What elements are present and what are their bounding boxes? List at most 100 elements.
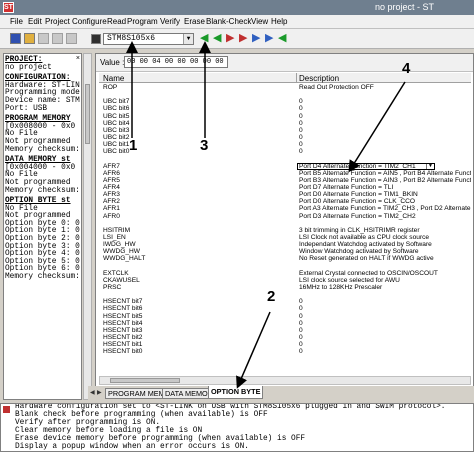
column-divider[interactable] <box>296 73 297 83</box>
compare-icon[interactable]: ◀ <box>278 33 289 44</box>
menu-read[interactable]: Read <box>107 17 126 26</box>
option-row[interactable]: AFR0 Port D3 Alternate Function = TIM2_CH… <box>99 213 471 220</box>
option-description-text: Port D4 Alternate Function = TIM2_CH1 <box>299 162 416 170</box>
pin-icon[interactable]: × <box>76 55 80 63</box>
option-row[interactable]: AFR2 Port D0 Alternate Function = CLK_CCO <box>99 198 471 205</box>
scrollbar-thumb[interactable] <box>110 378 180 383</box>
menu-program[interactable]: Program <box>127 17 158 26</box>
option-description-text: 0 <box>299 98 303 106</box>
tab-option-byte[interactable]: OPTION BYTE <box>208 386 264 399</box>
option-row[interactable]: AFR5 Port B3 Alternate Function = AIN3 , … <box>99 177 471 184</box>
error-marker-icon <box>3 406 10 413</box>
program-all-tabs-icon[interactable]: ▶ <box>239 33 250 44</box>
option-description: 0 <box>299 141 303 148</box>
save-icon[interactable] <box>10 33 21 44</box>
menu-project[interactable]: Project <box>45 17 70 26</box>
option-row[interactable]: HSECNT bit6 0 <box>99 305 471 312</box>
delete-icon[interactable] <box>66 33 77 44</box>
read-current-tab-icon[interactable]: ◀ <box>200 33 211 44</box>
menu-view[interactable]: View <box>251 17 268 26</box>
chevron-down-icon[interactable]: ▼ <box>183 34 193 44</box>
menu-configure[interactable]: Configure <box>72 17 107 26</box>
option-description: Port D0 Alternate Function = CLK_CCO <box>299 198 415 205</box>
tab-prev-icon[interactable]: ◀ <box>90 389 95 396</box>
option-description-text: Independant Watchdog activated by Softwa… <box>299 241 432 249</box>
option-description: 0 <box>299 298 303 305</box>
info-panel: × PROJECT: no project CONFIGURATION: Hardwa… <box>3 53 82 400</box>
option-description: Port B5 Alternate Function = AIN5 , Port… <box>299 170 471 177</box>
option-row[interactable]: HSECNT bit5 0 <box>99 313 471 320</box>
option-row[interactable]: WWDG_HALT No Reset generated on HALT if W… <box>99 255 471 262</box>
option-row[interactable]: HSECNT bit3 0 <box>99 327 471 334</box>
program-current-tab-icon[interactable]: ▶ <box>226 33 237 44</box>
info-line: no project <box>5 63 52 72</box>
option-row[interactable]: HSITRIM 3 bit trimming in CLK_HSITRIMR re… <box>99 227 471 234</box>
option-row[interactable]: AFR6 Port B5 Alternate Function = AIN5 , … <box>99 170 471 177</box>
callout-2: 2 <box>267 288 276 305</box>
option-row[interactable]: UBC bit4 0 <box>99 120 471 127</box>
option-row[interactable]: ROP Read Out Protection OFF <box>99 84 471 91</box>
verify-all-icon[interactable]: ▶ <box>265 33 276 44</box>
column-header-description[interactable]: Description <box>299 74 339 83</box>
option-row[interactable]: AFR4 Port D7 Alternate Function = TLI <box>99 184 471 191</box>
option-row[interactable] <box>99 291 471 298</box>
verify-icon[interactable]: ▶ <box>252 33 263 44</box>
option-row[interactable]: HSECNT bit7 0 <box>99 298 471 305</box>
chevron-down-icon[interactable]: ▼ <box>426 163 434 170</box>
read-all-tabs-icon[interactable]: ◀ <box>213 33 224 44</box>
tab-next-icon[interactable]: ▶ <box>97 389 102 396</box>
option-description-text: Window Watchdog activated by Software <box>299 248 419 256</box>
option-row[interactable]: UBC bit5 0 <box>99 113 471 120</box>
option-row[interactable]: UBC bit7 0 <box>99 98 471 105</box>
device-select[interactable]: STM8S105x6 ▼ <box>103 33 194 45</box>
option-row[interactable]: AFR7 Port D4 Alternate Function = TIM2_CH… <box>99 162 471 171</box>
menu-edit[interactable]: Edit <box>28 17 42 26</box>
menu-verify[interactable]: Verify <box>160 17 180 26</box>
option-row[interactable]: UBC bit2 0 <box>99 134 471 141</box>
option-row[interactable]: AFR1 Port A3 Alternate Function = TIM2_CH… <box>99 205 471 212</box>
value-field[interactable]: 00 00 04 00 00 00 00 00 00 <box>124 56 228 68</box>
option-row[interactable]: IWDG_HW Independant Watchdog activated by… <box>99 241 471 248</box>
copy-icon[interactable] <box>38 33 49 44</box>
option-row[interactable]: EXTCLK External Crystal connected to OSCI… <box>99 270 471 277</box>
option-description-text: External Crystal connected to OSCIN/OSCO… <box>299 269 438 277</box>
info-line: Memory checksum: <box>5 273 80 282</box>
option-row[interactable]: UBC bit0 0 <box>99 148 471 155</box>
option-row[interactable]: HSECNT bit4 0 <box>99 320 471 327</box>
option-name: UBC bit0 <box>103 148 130 156</box>
paste-icon[interactable] <box>52 33 63 44</box>
option-row[interactable]: UBC bit1 0 <box>99 141 471 148</box>
option-row[interactable]: UBC bit6 0 <box>99 105 471 112</box>
menu-help[interactable]: Help <box>271 17 287 26</box>
option-row[interactable]: AFR3 Port D0 Alternate Function = TIM1_BK… <box>99 191 471 198</box>
option-row[interactable] <box>99 263 471 270</box>
info-section: CONFIGURATION: Hardware: ST-LIN Programmin… <box>4 74 81 113</box>
menu-file[interactable]: File <box>10 17 23 26</box>
option-row[interactable]: UBC bit3 0 <box>99 127 471 134</box>
option-row[interactable]: HSECNT bit2 0 <box>99 334 471 341</box>
option-row[interactable]: PRSC 16MHz to 128KHz Prescaler <box>99 284 471 291</box>
option-description: Port D3 Alternate Function = TIM2_CH2 <box>299 213 416 220</box>
value-label: Value : <box>100 58 125 67</box>
open-folder-icon[interactable] <box>24 33 35 44</box>
option-row[interactable]: WWDG_HW Window Watchdog activated by Soft… <box>99 248 471 255</box>
option-row[interactable]: HSECNT bit0 0 <box>99 348 471 355</box>
option-row[interactable]: CKAWUSEL LSI clock source selected for AW… <box>99 277 471 284</box>
scrollbar-thumb[interactable] <box>85 84 90 144</box>
menu-erase[interactable]: Erase <box>184 17 205 26</box>
option-row[interactable]: HSECNT bit1 0 <box>99 341 471 348</box>
option-row[interactable] <box>99 220 471 227</box>
device-select-value: STM8S105x6 <box>107 34 156 43</box>
option-row[interactable] <box>99 155 471 162</box>
option-description: Port D7 Alternate Function = TLI <box>299 184 393 191</box>
app-icon: ST <box>3 2 14 13</box>
option-description-text: 0 <box>299 126 303 134</box>
option-row[interactable]: LSI_EN LSI Clock not available as CPU clo… <box>99 234 471 241</box>
chip-icon <box>91 34 101 44</box>
grid-horizontal-scrollbar[interactable] <box>99 376 471 385</box>
option-description: 0 <box>299 127 303 134</box>
info-panel-scrollbar[interactable] <box>83 53 92 400</box>
option-row[interactable] <box>99 91 471 98</box>
column-header-name[interactable]: Name <box>103 74 124 83</box>
menu-blank-check[interactable]: Blank-Check <box>206 17 251 26</box>
